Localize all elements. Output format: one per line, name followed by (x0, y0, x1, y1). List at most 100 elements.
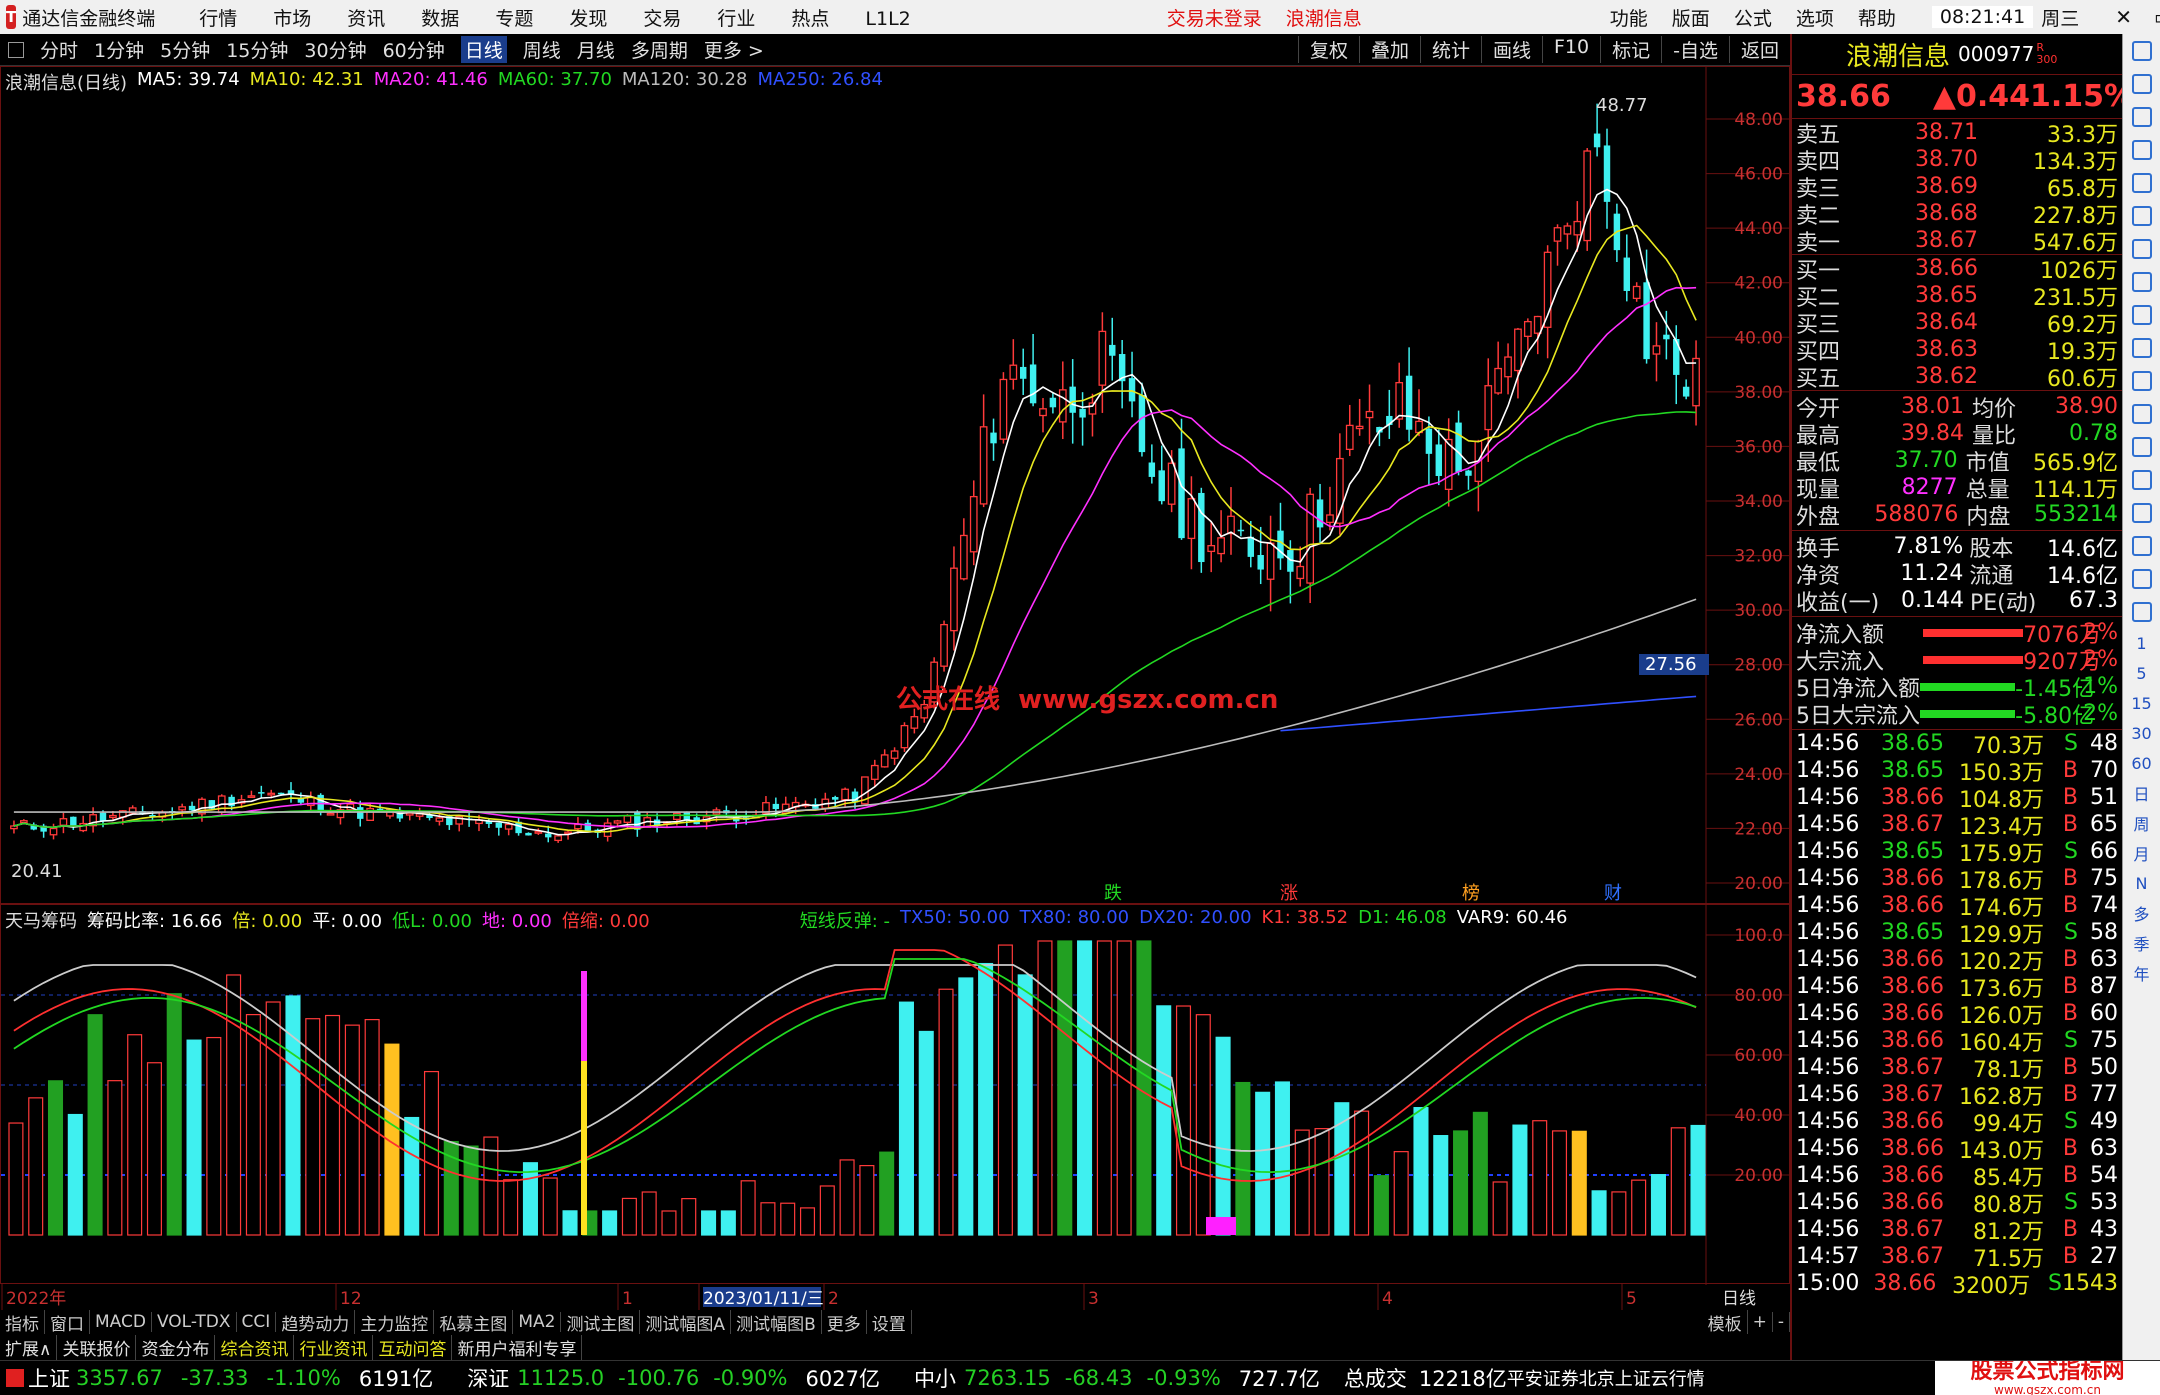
tab-12[interactable]: 更多 (822, 1310, 867, 1334)
tab-7[interactable]: 私募主图 (434, 1310, 514, 1334)
sidebar-period-40[interactable]: 周 (2124, 808, 2160, 838)
tool-button-3[interactable]: 画线 (1480, 36, 1542, 63)
sidebar-period-37[interactable]: 30 (2124, 718, 2160, 748)
event-mark[interactable]: 财 (1604, 883, 1622, 904)
tab-15[interactable]: + (1748, 1312, 1773, 1332)
menu-item-6[interactable]: 交易 (643, 8, 681, 30)
period-1[interactable]: 1分钟 (94, 36, 144, 63)
period-0[interactable]: 分时 (40, 36, 78, 63)
tab-9[interactable]: 测试主图 (561, 1310, 641, 1334)
tab-8[interactable]: MA2 (513, 1312, 562, 1332)
indicator-chart[interactable]: 天马筹码 筹码比率: 16.66 倍: 0.00 平: 0.00 低L: 0.0… (0, 904, 1791, 1285)
ext-link-0[interactable]: 扩展∧ (0, 1334, 58, 1360)
tool-button-5[interactable]: 标记 (1600, 36, 1661, 63)
tab-11[interactable]: 测试幅图B (731, 1310, 822, 1334)
alert-link-0[interactable]: 交易未登录 (1167, 8, 1262, 30)
tab-1[interactable]: 窗口 (45, 1310, 90, 1334)
period-10[interactable]: 更多 > (704, 36, 764, 63)
event-mark[interactable]: 榜 (1462, 883, 1480, 904)
window-control-icon-0[interactable]: ✕ (2115, 5, 2132, 29)
sidebar-tool-icon[interactable] (2124, 496, 2160, 529)
tab-0[interactable]: 指标 (0, 1310, 45, 1334)
menu-item-0[interactable]: 行情 (199, 8, 237, 30)
sidebar-tool-icon[interactable] (2124, 463, 2160, 496)
ext-link-6[interactable]: 新用户福利专享 (452, 1334, 583, 1360)
price-chart[interactable]: 浪潮信息(日线) MA5: 39.74 MA10: 42.31 MA20: 41… (0, 66, 1791, 905)
ext-link-1[interactable]: 关联报价 (57, 1334, 137, 1360)
sidebar-period-34[interactable]: 1 (2124, 628, 2160, 658)
menu-item-1[interactable]: 市场 (273, 8, 311, 30)
period-6[interactable]: 日线 (460, 36, 507, 63)
tool-button-0[interactable]: 复权 (1297, 36, 1359, 63)
sidebar-tool-icon[interactable] (2124, 430, 2160, 463)
sidebar-tool-icon[interactable] (2124, 133, 2160, 166)
right-menu-item-3[interactable]: 选项 (1796, 8, 1834, 30)
tool-button-2[interactable]: 统计 (1419, 36, 1481, 63)
ext-link-4[interactable]: 行业资讯 (294, 1334, 374, 1360)
sidebar-period-35[interactable]: 5 (2124, 658, 2160, 688)
tab-13[interactable]: 设置 (867, 1310, 912, 1334)
event-mark[interactable]: 跌 (1104, 883, 1122, 904)
sidebar-tool-icon[interactable] (2124, 199, 2160, 232)
ext-link-2[interactable]: 资金分布 (136, 1334, 216, 1360)
sidebar-tool-icon[interactable] (2124, 562, 2160, 595)
sidebar-tool-icon[interactable] (2124, 397, 2160, 430)
sidebar-period-36[interactable]: 15 (2124, 688, 2160, 718)
menu-item-2[interactable]: 资讯 (347, 8, 385, 30)
period-9[interactable]: 多周期 (631, 36, 688, 63)
panel-toggle-icon[interactable] (8, 41, 24, 58)
sidebar-period-45[interactable]: 年 (2124, 958, 2160, 988)
sidebar-tool-icon[interactable] (2124, 364, 2160, 397)
sidebar-tool-icon[interactable] (2124, 232, 2160, 265)
period-5[interactable]: 60分钟 (383, 36, 445, 63)
window-control-icon-1[interactable]: ▭ (2154, 5, 2160, 29)
tab-6[interactable]: 主力监控 (355, 1310, 435, 1334)
sidebar-tool-icon[interactable] (2124, 298, 2160, 331)
alert-link-1[interactable]: 浪潮信息 (1286, 8, 1362, 30)
sidebar-tool-icon[interactable] (2124, 529, 2160, 562)
menu-item-9[interactable]: L1L2 (865, 8, 910, 30)
tool-button-6[interactable]: -自选 (1661, 36, 1729, 63)
tab-5[interactable]: 趋势动力 (276, 1310, 356, 1334)
sidebar-tool-icon[interactable] (2124, 166, 2160, 199)
sidebar-tool-icon[interactable] (2124, 34, 2160, 67)
right-menu-item-4[interactable]: 帮助 (1858, 8, 1896, 30)
tool-button-7[interactable]: 返回 (1728, 36, 1790, 63)
period-4[interactable]: 30分钟 (304, 36, 366, 63)
tab-4[interactable]: CCI (237, 1312, 277, 1332)
tool-button-1[interactable]: 叠加 (1358, 36, 1420, 63)
right-menu-item-0[interactable]: 功能 (1610, 8, 1648, 30)
sidebar-tool-icon[interactable] (2124, 595, 2160, 628)
sidebar-period-41[interactable]: 月 (2124, 838, 2160, 868)
tab-14[interactable]: 模板 (1703, 1310, 1748, 1334)
ext-link-5[interactable]: 互动问答 (373, 1334, 453, 1360)
ext-link-3[interactable]: 综合资讯 (215, 1334, 295, 1360)
menu-item-4[interactable]: 专题 (495, 8, 533, 30)
tab-3[interactable]: VOL-TDX (152, 1312, 237, 1332)
right-menu-item-2[interactable]: 公式 (1734, 8, 1772, 30)
sidebar-period-39[interactable]: 日 (2124, 778, 2160, 808)
sidebar-tool-icon[interactable] (2124, 265, 2160, 298)
period-2[interactable]: 5分钟 (160, 36, 210, 63)
tab-16[interactable]: - (1773, 1312, 1790, 1332)
menu-item-3[interactable]: 数据 (421, 8, 459, 30)
sidebar-period-42[interactable]: N (2124, 868, 2160, 898)
sidebar-tool-icon[interactable] (2124, 67, 2160, 100)
period-8[interactable]: 月线 (577, 36, 615, 63)
sidebar-period-43[interactable]: 多 (2124, 898, 2160, 928)
menu-item-5[interactable]: 发现 (569, 8, 607, 30)
period-3[interactable]: 15分钟 (226, 36, 288, 63)
sz-pct: -0.90% (713, 1366, 788, 1390)
sidebar-period-38[interactable]: 60 (2124, 748, 2160, 778)
menu-item-8[interactable]: 热点 (791, 8, 829, 30)
right-menu-item-1[interactable]: 版面 (1672, 8, 1710, 30)
tab-10[interactable]: 测试幅图A (640, 1310, 732, 1334)
period-7[interactable]: 周线 (523, 36, 561, 63)
menu-item-7[interactable]: 行业 (717, 8, 755, 30)
tool-button-4[interactable]: F10 (1542, 36, 1600, 63)
sidebar-tool-icon[interactable] (2124, 331, 2160, 364)
event-mark[interactable]: 涨 (1280, 883, 1298, 904)
sidebar-tool-icon[interactable] (2124, 100, 2160, 133)
tab-2[interactable]: MACD (90, 1312, 152, 1332)
sidebar-period-44[interactable]: 季 (2124, 928, 2160, 958)
